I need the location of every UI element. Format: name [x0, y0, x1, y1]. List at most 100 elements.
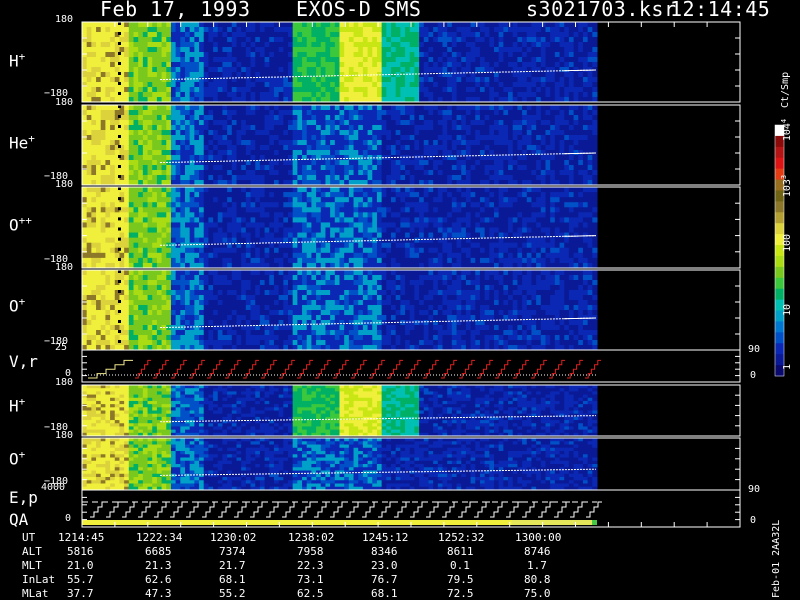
- heatmap-cell: [409, 140, 415, 146]
- heatmap-cell: [353, 192, 359, 198]
- heatmap-cell: [437, 115, 443, 121]
- heatmap-cell: [297, 165, 303, 171]
- heatmap-cell: [278, 52, 284, 58]
- heatmap-cell: [470, 242, 476, 249]
- heatmap-cell: [245, 87, 252, 93]
- heatmap-cell: [306, 150, 312, 156]
- heatmap-cell: [358, 57, 364, 63]
- heatmap-cell: [381, 27, 387, 33]
- heatmap-cell: [498, 207, 504, 213]
- heatmap-cell: [353, 202, 359, 208]
- heatmap-cell: [428, 27, 434, 33]
- heatmap-cell: [222, 145, 228, 151]
- heatmap-cell: [353, 165, 359, 171]
- heatmap-cell: [128, 175, 134, 181]
- heatmap-cell: [559, 57, 565, 63]
- heatmap-cell: [540, 52, 546, 58]
- heatmap-cell: [82, 155, 88, 161]
- heatmap-cell: [433, 165, 439, 171]
- heatmap-cell: [231, 140, 237, 146]
- heatmap-cell: [199, 257, 205, 264]
- heatmap-cell: [423, 77, 429, 83]
- heatmap-cell: [283, 110, 289, 116]
- heatmap-cell: [540, 37, 546, 43]
- heatmap-cell: [100, 145, 106, 151]
- heatmap-cell: [494, 145, 500, 151]
- heatmap-cell: [245, 47, 252, 53]
- heatmap-cell: [391, 217, 397, 223]
- heatmap-cell: [255, 197, 261, 203]
- heatmap-cell: [292, 82, 298, 88]
- heatmap-cell: [479, 77, 486, 83]
- heatmap-cell: [447, 130, 453, 136]
- heatmap-cell: [536, 145, 542, 151]
- heatmap-cell: [227, 120, 233, 126]
- heatmap-cell: [236, 110, 242, 116]
- heatmap-cell: [128, 207, 134, 213]
- heatmap-cell: [142, 115, 149, 121]
- heatmap-cell: [133, 160, 139, 166]
- heatmap-cell: [133, 62, 139, 68]
- heatmap-cell: [302, 140, 308, 146]
- heatmap-cell: [391, 120, 397, 126]
- data-gap: [118, 135, 121, 138]
- heatmap-cell: [161, 247, 167, 254]
- heatmap-cell: [297, 242, 303, 249]
- heatmap-cell: [573, 42, 579, 48]
- heatmap-cell: [306, 222, 312, 228]
- heatmap-cell: [447, 227, 453, 234]
- heatmap-cell: [334, 192, 340, 198]
- heatmap-cell: [540, 72, 546, 78]
- heatmap-cell: [250, 82, 256, 88]
- heatmap-cell: [152, 192, 158, 198]
- heatmap-cell: [330, 197, 336, 203]
- heatmap-cell: [213, 87, 219, 93]
- heatmap-cell: [203, 212, 209, 218]
- heatmap-cell: [203, 257, 209, 264]
- heatmap-cell: [550, 155, 556, 161]
- heatmap-cell: [100, 217, 106, 223]
- heatmap-cell: [170, 217, 177, 223]
- heatmap-cell: [269, 27, 275, 33]
- heatmap-cell: [433, 232, 439, 239]
- heatmap-cell: [241, 120, 247, 126]
- heatmap-cell: [316, 247, 322, 254]
- heatmap-cell: [330, 145, 336, 151]
- data-gap: [118, 52, 121, 55]
- heatmap-cell: [536, 120, 542, 126]
- heatmap-cell: [348, 252, 355, 259]
- heatmap-cell: [203, 87, 209, 93]
- heatmap-cell: [208, 22, 214, 28]
- heatmap-cell: [447, 187, 453, 193]
- heatmap-cell: [194, 237, 200, 244]
- heatmap-cell: [236, 42, 242, 48]
- heatmap-cell: [330, 222, 336, 228]
- heatmap-cell: [306, 130, 312, 136]
- heatmap-cell: [409, 115, 415, 121]
- heatmap-cell: [433, 32, 439, 38]
- heatmap-cell: [433, 62, 439, 68]
- heatmap-cell: [96, 110, 102, 116]
- heatmap-cell: [470, 217, 476, 223]
- heatmap-cell: [203, 160, 209, 166]
- heatmap-cell: [133, 110, 139, 116]
- heatmap-cell: [419, 197, 425, 203]
- heatmap-cell: [124, 150, 130, 156]
- heatmap-cell: [447, 47, 453, 53]
- heatmap-cell: [194, 165, 200, 171]
- heatmap-cell: [400, 120, 406, 126]
- heatmap-cell: [82, 227, 88, 234]
- heatmap-cell: [199, 175, 205, 181]
- heatmap-cell: [189, 130, 195, 136]
- heatmap-cell: [180, 222, 186, 228]
- heatmap-cell: [86, 105, 92, 111]
- heatmap-cell: [297, 32, 303, 38]
- heatmap-cell: [255, 252, 261, 259]
- heatmap-cell: [522, 165, 528, 171]
- heatmap-cell: [222, 82, 228, 88]
- heatmap-cell: [419, 192, 425, 198]
- heatmap-cell: [241, 27, 247, 33]
- heatmap-cell: [133, 120, 139, 126]
- heatmap-cell: [185, 165, 191, 171]
- heatmap-cell: [465, 57, 472, 63]
